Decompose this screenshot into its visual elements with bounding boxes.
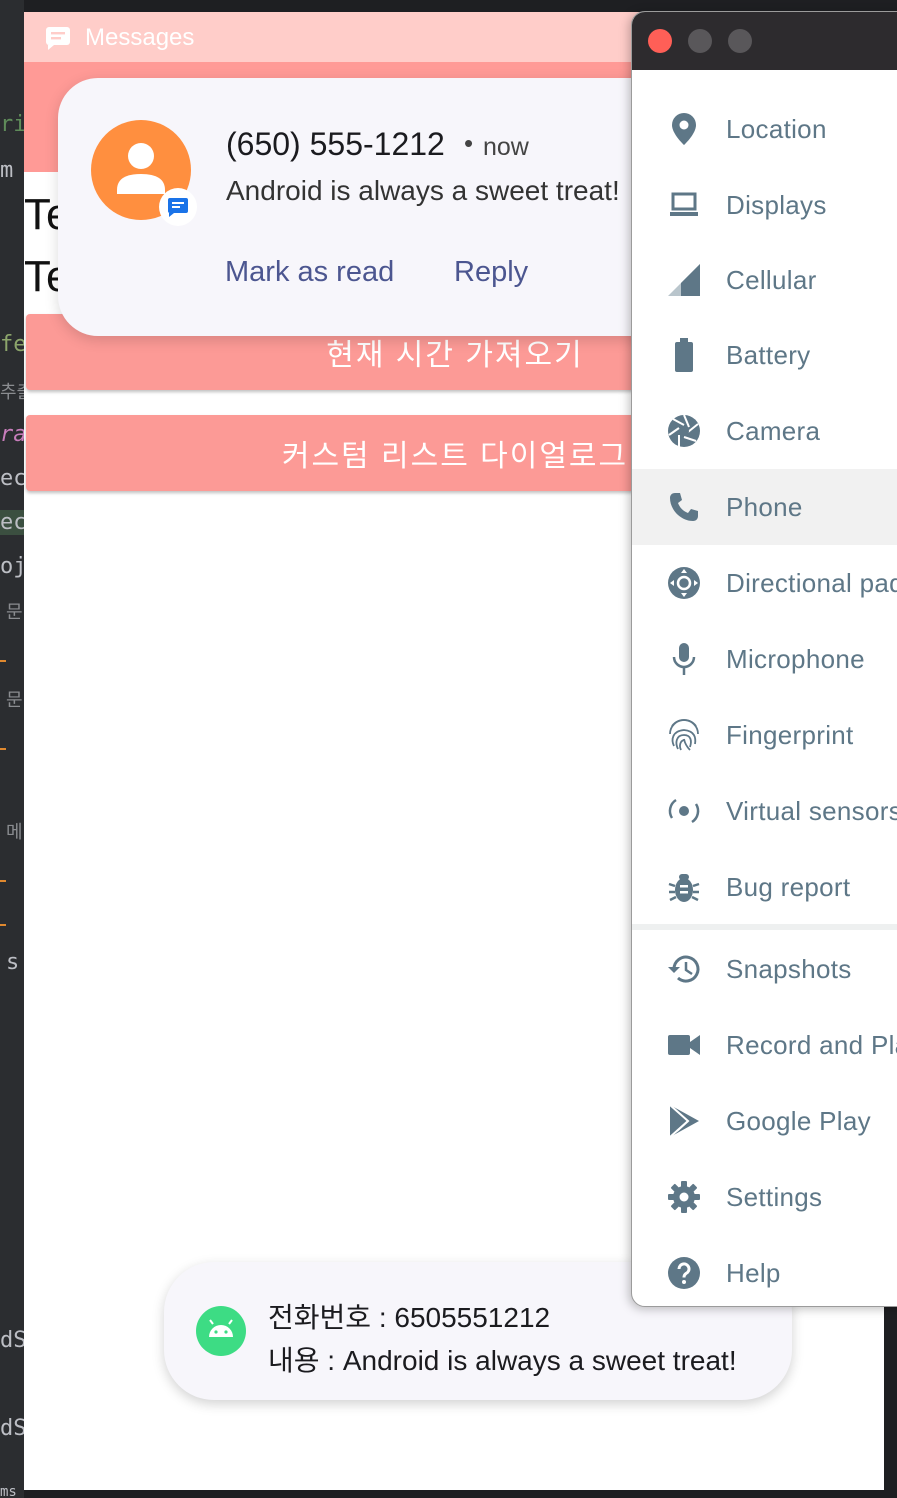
- ide-code-fragment: 메: [6, 822, 23, 843]
- android-icon: [196, 1306, 246, 1356]
- notification-sender: (650) 555-1212: [226, 126, 445, 162]
- play-store-icon: [666, 1103, 702, 1139]
- menu-label: Record and Playback: [726, 1029, 897, 1060]
- menu-label: Camera: [726, 415, 821, 446]
- menu-item-location[interactable]: Location: [632, 91, 897, 167]
- bug-icon: [666, 869, 702, 905]
- menu-label: Fingerprint: [726, 719, 854, 750]
- menu-label: Battery: [726, 339, 811, 370]
- menu-label: Virtual sensors: [726, 795, 897, 826]
- menu-label: Microphone: [726, 643, 865, 674]
- phone-icon: [666, 489, 702, 525]
- ide-code-fragment: dS: [0, 1416, 24, 1441]
- video-camera-icon: [666, 1027, 702, 1063]
- menu-label: Google Play: [726, 1105, 871, 1136]
- battery-icon: [666, 337, 702, 373]
- menu-item-directional-pad[interactable]: Directional pad: [632, 545, 897, 621]
- menu-label: Bug report: [726, 871, 851, 902]
- app-title: Messages: [85, 24, 195, 51]
- help-icon: [666, 1255, 702, 1291]
- messages-icon: [45, 26, 71, 50]
- menu-item-record-and-playback[interactable]: Record and Playback: [632, 1007, 897, 1083]
- notification-time: now: [483, 133, 529, 161]
- toast-content: 내용 : Android is always a sweet treat!: [268, 1345, 737, 1376]
- minimize-window-button[interactable]: [688, 29, 712, 53]
- menu-item-cellular[interactable]: Cellular: [632, 242, 897, 318]
- close-window-button[interactable]: [648, 29, 672, 53]
- ide-code-fragment: oj: [0, 554, 24, 579]
- toast-phone-number: 전화번호 : 6505551212: [268, 1302, 551, 1333]
- ide-code-fragment: ri: [0, 112, 24, 137]
- location-pin-icon: [666, 111, 702, 147]
- ide-code-fragment: ra: [0, 422, 24, 447]
- menu-label: Directional pad: [726, 567, 897, 598]
- menu-item-displays[interactable]: Displays: [632, 167, 897, 243]
- ide-code-fragment: dS: [0, 1328, 24, 1353]
- menu-item-virtual-sensors[interactable]: Virtual sensors: [632, 773, 897, 849]
- ide-code-fragment: ms: [0, 1484, 17, 1498]
- menu-item-phone[interactable]: Phone: [632, 469, 897, 545]
- zoom-window-button[interactable]: [728, 29, 752, 53]
- menu-label: Phone: [726, 491, 803, 522]
- menu-item-battery[interactable]: Battery: [632, 317, 897, 393]
- notification-body: Android is always a sweet treat!: [226, 175, 620, 206]
- menu-label: Location: [726, 113, 827, 144]
- menu-item-help[interactable]: Help: [632, 1235, 897, 1306]
- menu-item-settings[interactable]: Settings: [632, 1159, 897, 1235]
- ide-code-fragment: 추출: [0, 382, 24, 403]
- messages-badge-icon: [159, 188, 197, 226]
- virtual-sensors-icon: [666, 793, 702, 829]
- mark-as-read-button[interactable]: Mark as read: [225, 256, 394, 289]
- menu-label: Help: [726, 1257, 781, 1288]
- menu-item-microphone[interactable]: Microphone: [632, 621, 897, 697]
- menu-item-bug-report[interactable]: Bug report: [632, 849, 897, 925]
- cellular-signal-icon: [666, 262, 702, 298]
- ide-code-fragment: 문: [6, 602, 23, 623]
- ide-gutter-marker: [0, 748, 6, 750]
- ide-code-fragment: s: [6, 950, 20, 975]
- window-titlebar: [632, 12, 897, 70]
- menu-label: Displays: [726, 189, 827, 220]
- ide-gutter-marker: [0, 880, 6, 882]
- microphone-icon: [666, 641, 702, 677]
- ide-code-fragment: ec: [0, 466, 24, 491]
- menu-label: Cellular: [726, 264, 817, 295]
- ide-editor-strip: ri m fe 추출 ra ec ec oj 문 문 메 s dS dS ms: [0, 0, 24, 1498]
- history-icon: [666, 951, 702, 987]
- ide-code-fragment: ec: [0, 510, 24, 535]
- ide-gutter-marker: [0, 924, 6, 926]
- menu-item-snapshots[interactable]: Snapshots: [632, 931, 897, 1007]
- reply-button[interactable]: Reply: [454, 256, 528, 289]
- menu-item-camera[interactable]: Camera: [632, 393, 897, 469]
- monitor-icon: [666, 187, 702, 223]
- ide-code-fragment: m: [0, 158, 14, 183]
- fingerprint-icon: [666, 717, 702, 753]
- menu-item-fingerprint[interactable]: Fingerprint: [632, 697, 897, 773]
- extended-controls-panel: Location Displays Cellular Battery Camer…: [631, 11, 897, 1307]
- menu-item-google-play[interactable]: Google Play: [632, 1083, 897, 1159]
- ide-code-fragment: 문: [6, 690, 23, 711]
- menu-label: Snapshots: [726, 953, 852, 984]
- ide-gutter-marker: [0, 660, 6, 662]
- menu-label: Settings: [726, 1181, 823, 1212]
- dpad-icon: [666, 565, 702, 601]
- ide-code-fragment: fe: [0, 332, 24, 357]
- camera-shutter-icon: [666, 413, 702, 449]
- notification-separator: •: [464, 128, 474, 158]
- gear-icon: [666, 1179, 702, 1215]
- panel-divider: [632, 924, 897, 930]
